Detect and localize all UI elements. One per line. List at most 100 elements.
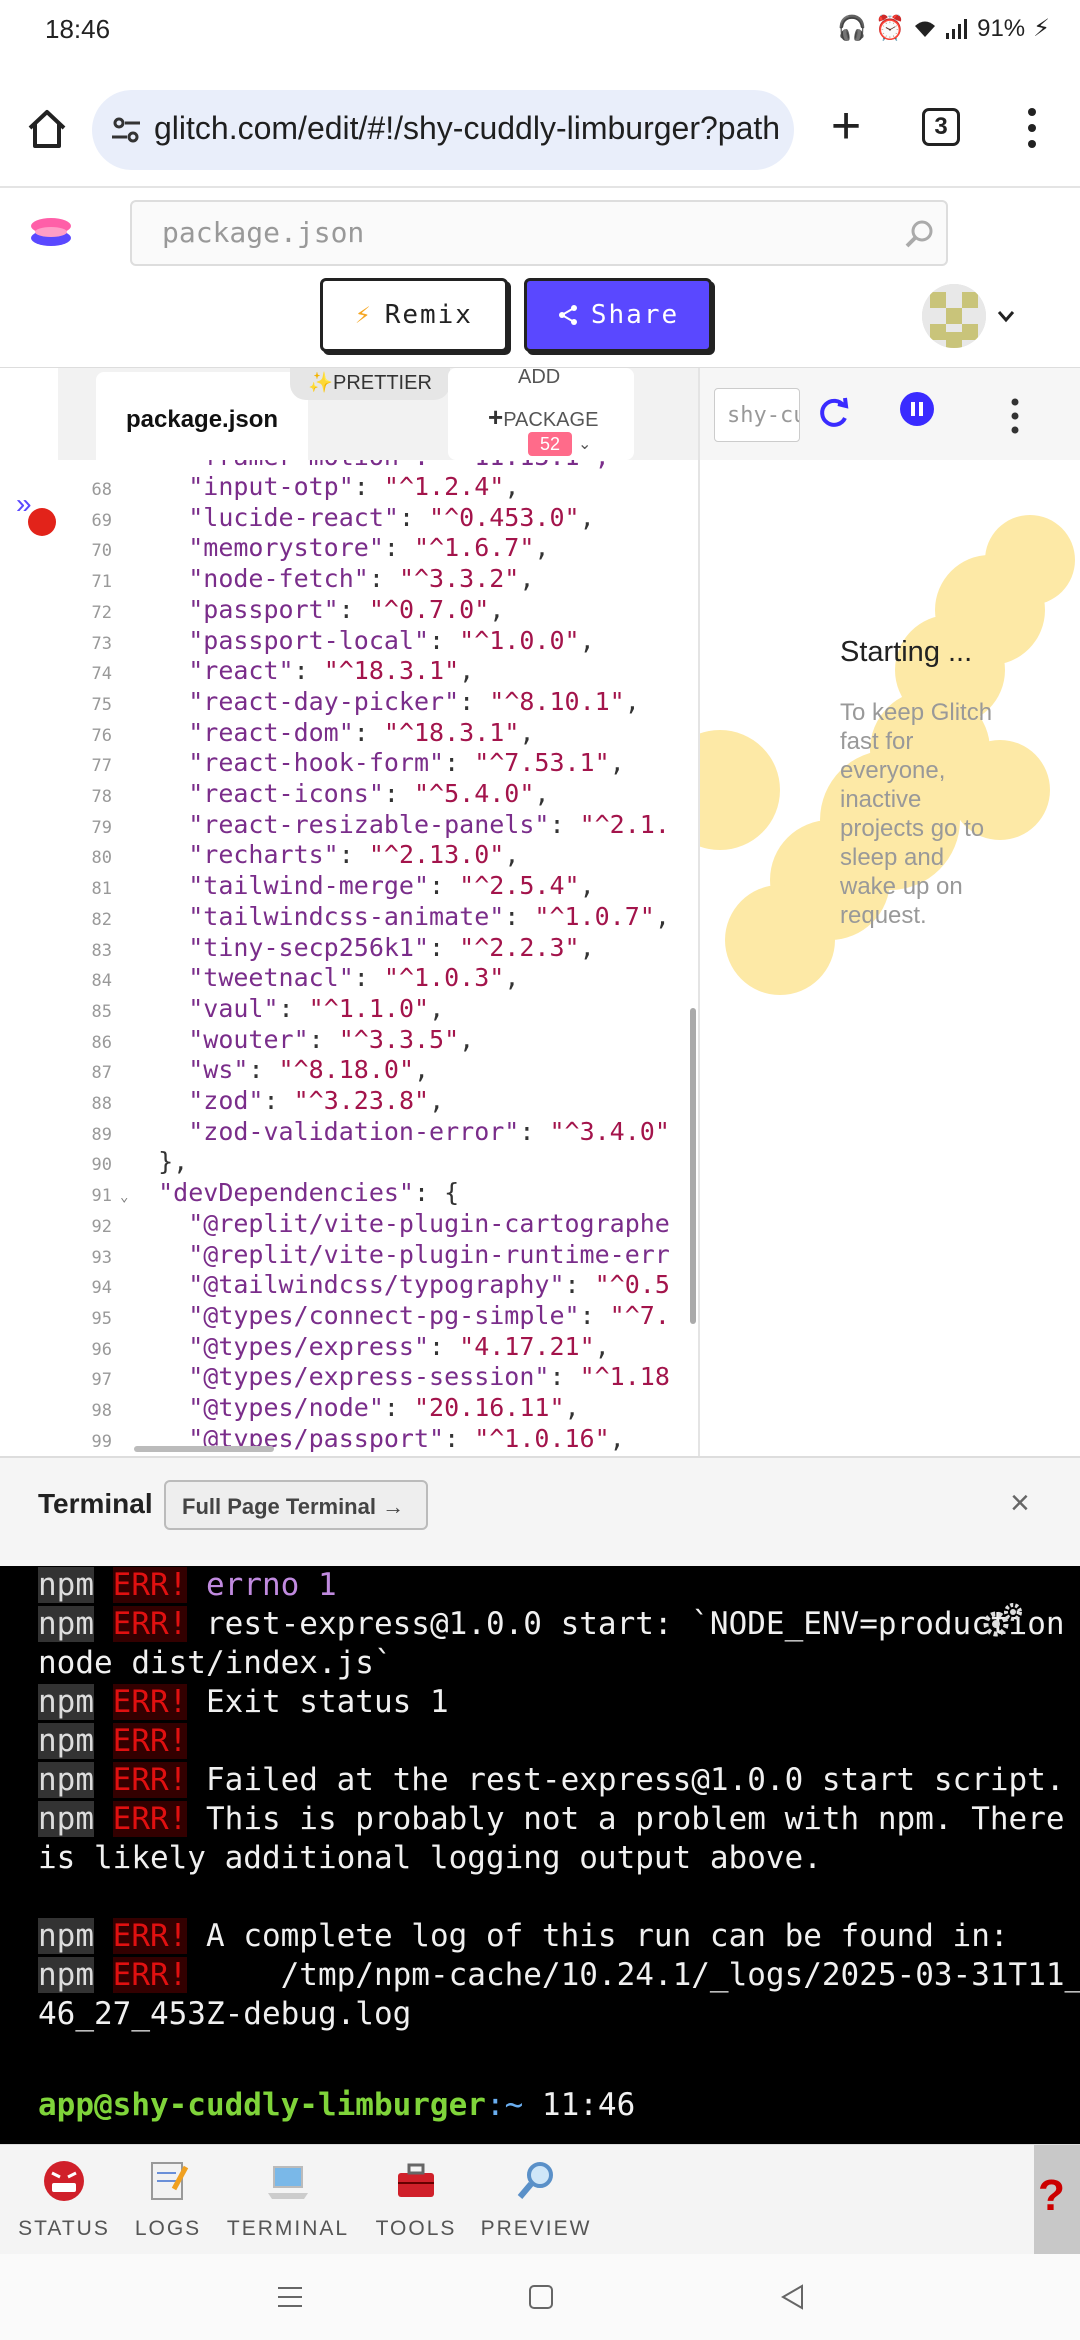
code-line: 73 "passport-local": "^1.0.0", (58, 626, 698, 657)
json-value: "^3.23.8" (293, 1086, 430, 1115)
help-button[interactable]: ? (1034, 2145, 1080, 2255)
remix-button[interactable]: ⚡ Remix (320, 278, 508, 352)
bottom-nav: STATUS LOGS TERMINAL TOOLS PREVIEW ? (0, 2144, 1080, 2255)
status-icons: 🎧 ⏰ 91% ⚡ (837, 14, 1050, 43)
tab-package-json[interactable]: package.json (96, 372, 308, 460)
preview-url-input[interactable]: shy-cuddly-limburger (714, 388, 800, 442)
sparkle-icon: ✨ (308, 372, 333, 394)
partial-code-text: "framer-motion": "^11.13.1", (188, 460, 609, 471)
json-key: "tailwind-merge" (188, 871, 430, 901)
json-value: "^0.453.0" (429, 502, 580, 532)
line-number: 95 (91, 1308, 112, 1329)
nav-tools[interactable]: TOOLS (352, 2145, 480, 2255)
status-time: 18:46 (45, 14, 111, 44)
code-line: 88 "zod": "^3.23.8", (58, 1086, 698, 1117)
nav-preview[interactable]: PREVIEW (472, 2145, 600, 2255)
json-key: "memorystore" (188, 533, 384, 563)
recents-icon[interactable] (276, 2284, 304, 2310)
json-value: "^1.6.7" (414, 533, 535, 563)
line-number: 70 (91, 541, 112, 562)
line-number: 76 (91, 725, 112, 746)
json-punctuation: , (414, 1055, 430, 1085)
editor-tab-bar: package.json ✨PRETTIER ADD +PACKAGE 52 ⌄ (58, 366, 698, 460)
vertical-scrollbar[interactable] (690, 1008, 696, 1324)
code-line: 90 }, (58, 1147, 698, 1178)
code-line: 70 "memorystore": "^1.6.7", (58, 533, 698, 564)
json-value: "^2.2.3" (459, 932, 580, 962)
npm-tag: npm (38, 1684, 94, 1720)
code-line: 92 "@replit/vite-plugin-cartographe (58, 1209, 698, 1240)
line-number: 73 (91, 633, 112, 654)
code-line: 82 "tailwindcss-animate": "^1.0.7", (58, 902, 698, 933)
address-bar[interactable]: glitch.com/edit/#!/shy-cuddly-limburger?… (92, 90, 794, 170)
add-package-button[interactable]: ADD +PACKAGE 52 ⌄ (448, 366, 634, 460)
terminal-text: rest-express@1.0.0 start: `NODE_ENV=prod… (187, 1606, 1065, 1642)
tab-label: package.json (126, 406, 279, 433)
line-number: 72 (91, 602, 112, 623)
browser-menu-icon[interactable] (1022, 106, 1042, 150)
terminal-output[interactable]: npm ERR! errno 1 npm ERR! rest-express@1.… (0, 1566, 1080, 2144)
code-line: 71 "node-fetch": "^3.3.2", (58, 564, 698, 595)
full-page-terminal-button[interactable]: Full Page Terminal → (164, 1480, 428, 1530)
line-number: 79 (91, 817, 112, 838)
err-tag: ERR! (112, 1957, 188, 1993)
chevron-down-icon[interactable] (996, 306, 1016, 326)
logs-memo-icon (151, 2162, 189, 2200)
refresh-icon[interactable] (812, 392, 854, 434)
json-key: "tiny-secp256k1" (188, 932, 430, 962)
line-number: 74 (91, 664, 112, 685)
package-count-badge: 52 (528, 432, 572, 456)
nav-label: PREVIEW (480, 2217, 592, 2240)
home-icon[interactable] (22, 104, 72, 154)
nav-terminal[interactable]: TERMINAL (224, 2145, 352, 2255)
site-settings-icon[interactable] (110, 114, 142, 146)
avatar-identicon-icon (922, 284, 986, 348)
json-key: "react-day-picker" (188, 686, 460, 716)
line-number: 94 (91, 1278, 112, 1299)
prettier-button[interactable]: ✨PRETTIER (290, 368, 450, 400)
tab-switcher-button[interactable]: 3 (922, 108, 960, 146)
json-value: "^1.18 (579, 1362, 670, 1392)
project-search-input[interactable]: package.json (130, 200, 948, 266)
terminal-text: errno 1 (187, 1567, 337, 1603)
home-nav-icon[interactable] (528, 2284, 554, 2310)
pause-icon[interactable] (900, 392, 934, 426)
code-line: 76 "react-dom": "^18.3.1", (58, 718, 698, 749)
json-value: "^3.3.2" (398, 564, 520, 594)
status-face-icon (44, 2161, 84, 2201)
json-key: "react-icons" (188, 779, 384, 808)
user-avatar[interactable] (922, 284, 986, 348)
sleep-note: To keep Glitch fast for everyone, inacti… (840, 699, 993, 929)
signal-icon (946, 18, 968, 39)
code-line-partial: "framer-motion": "^11.13.1", (58, 460, 698, 473)
nav-logs[interactable]: LOGS (104, 2145, 232, 2255)
json-punctuation: , (564, 1393, 580, 1422)
preview-toolbar: shy-cuddly-limburger (700, 368, 1080, 460)
json-key: "@types/express" (188, 1331, 430, 1361)
chevron-down-icon[interactable]: ⌄ (578, 434, 591, 454)
json-value: "20.16.11" (414, 1393, 565, 1422)
terminal-line: npm ERR! (38, 1722, 1058, 1761)
share-icon (558, 305, 577, 325)
err-tag: ERR! (112, 1918, 188, 1954)
settings-gears-icon[interactable] (980, 1600, 1024, 1640)
code-line: 87 "ws": "^8.18.0", (58, 1055, 698, 1086)
terminal-prompt[interactable]: app@shy-cuddly-limburger:~ 11:46 (38, 2086, 1058, 2125)
terminal-line: is likely additional logging output abov… (38, 1839, 1058, 1878)
json-punctuation: { (444, 1178, 460, 1208)
json-value: "^1.0.3" (383, 963, 505, 993)
code-line: 86 "wouter": "^3.3.5", (58, 1025, 698, 1056)
code-line: 83 "tiny-secp256k1": "^2.2.3", (58, 933, 698, 964)
error-indicator[interactable] (28, 508, 56, 536)
glitch-logo-icon[interactable] (28, 212, 74, 252)
terminal-line: npm ERR! This is probably not a problem … (38, 1800, 1065, 1839)
preview-menu-icon[interactable] (1010, 396, 1020, 436)
close-icon[interactable]: × (1010, 1484, 1030, 1523)
share-button[interactable]: Share (524, 278, 712, 352)
horizontal-scrollbar[interactable] (134, 1446, 274, 1452)
new-tab-icon[interactable]: + (822, 100, 870, 152)
json-value: "^3.3.5" (338, 1024, 460, 1054)
code-area[interactable]: "framer-motion": "^11.13.1", 68 "input-o… (58, 460, 698, 1456)
back-icon[interactable] (780, 2284, 804, 2310)
code-line: 77 "react-hook-form": "^7.53.1", (58, 748, 698, 779)
